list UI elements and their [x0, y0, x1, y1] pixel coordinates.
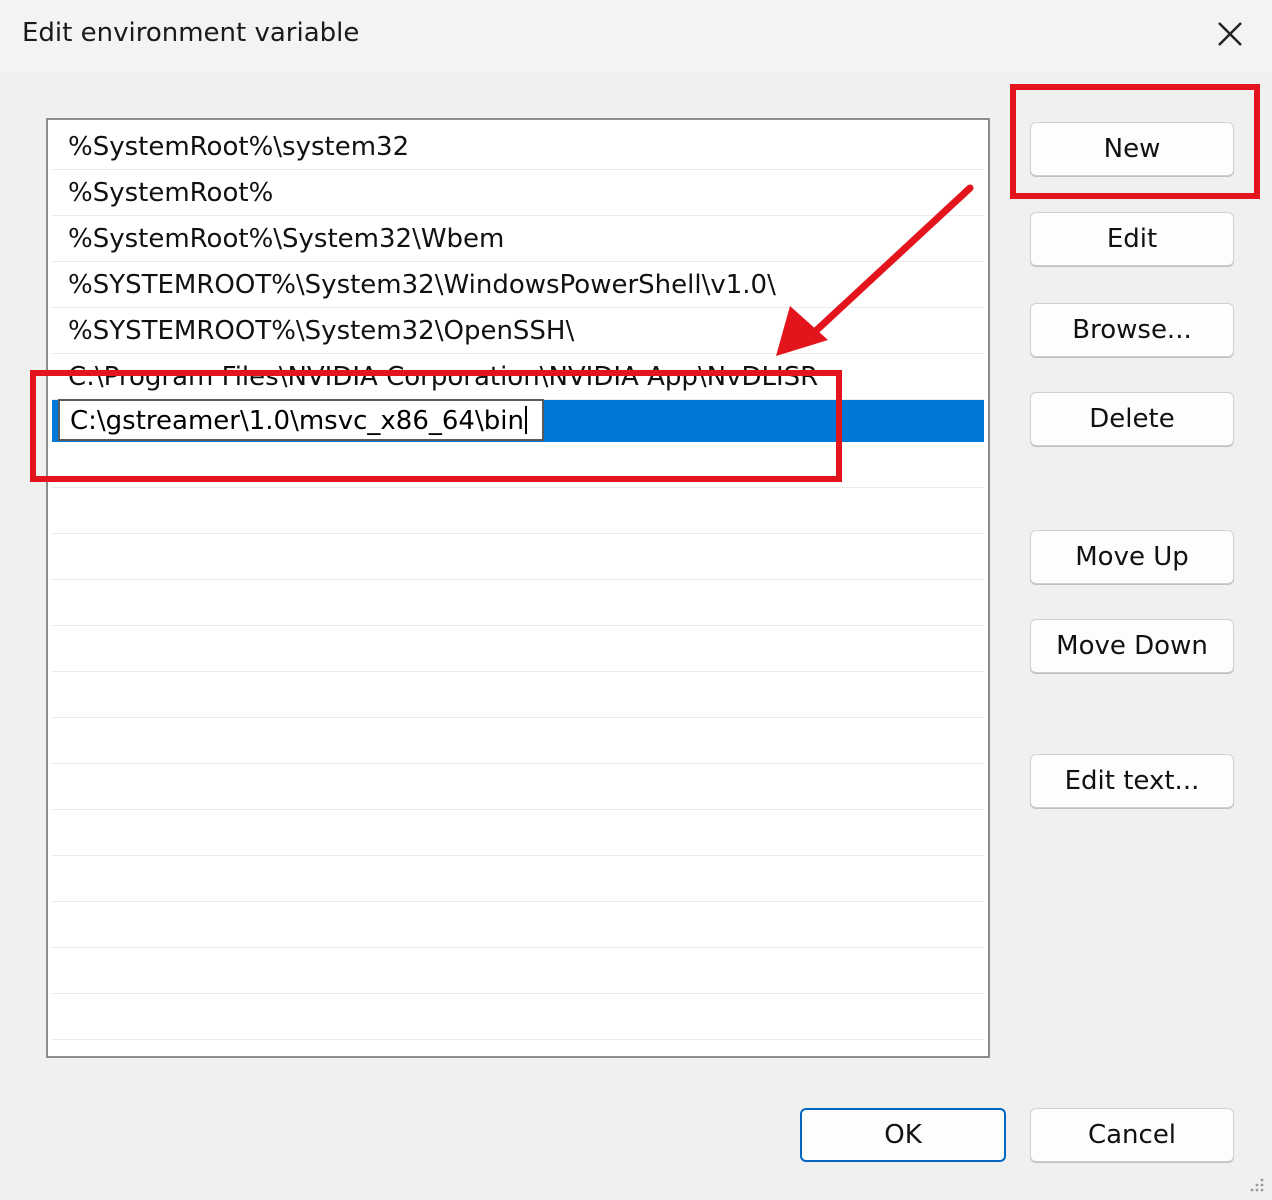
annotation-arrow-icon [776, 184, 974, 356]
resize-grip-icon[interactable] [1246, 1174, 1266, 1194]
